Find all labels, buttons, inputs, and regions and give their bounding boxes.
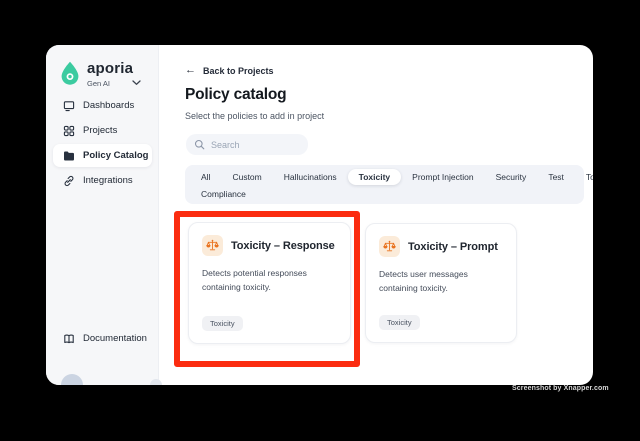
- app-window: aporia Gen AI Dashboards Projects Policy…: [46, 45, 593, 385]
- brand-name: aporia: [87, 60, 134, 77]
- chat-widget-secondary: [150, 379, 162, 385]
- card-tag: Toxicity: [202, 316, 243, 331]
- tab-hallucinations[interactable]: Hallucinations: [273, 169, 348, 185]
- sidebar-item-label: Dashboards: [83, 100, 135, 111]
- filter-tabs: All Custom Hallucinations Toxicity Promp…: [185, 165, 593, 204]
- sidebar-item-integrations[interactable]: Integrations: [53, 169, 152, 192]
- folder-icon: [63, 150, 75, 162]
- chat-widget-button[interactable]: [61, 374, 83, 385]
- tab-prompt-injection[interactable]: Prompt Injection: [401, 169, 484, 185]
- policy-card-toxicity-response[interactable]: Toxicity – Response Detects potential re…: [188, 222, 351, 344]
- tab-toxicity[interactable]: Toxicity: [347, 168, 402, 185]
- sidebar-item-documentation[interactable]: Documentation: [53, 327, 152, 350]
- workspace-switcher[interactable]: Gen AI: [87, 79, 141, 88]
- sidebar-nav: Dashboards Projects Policy Catalog Integ…: [53, 94, 152, 194]
- sidebar-item-label: Projects: [83, 125, 118, 136]
- page-subtitle: Select the policies to add in project: [185, 111, 325, 121]
- search-icon: [194, 139, 205, 150]
- card-title: Toxicity – Response: [231, 239, 335, 252]
- back-link-label: Back to Projects: [203, 65, 274, 76]
- policy-card-toxicity-prompt[interactable]: Toxicity – Prompt Detects user messages …: [365, 223, 517, 343]
- sidebar-item-label: Integrations: [83, 175, 133, 186]
- scales-icon: [202, 235, 223, 256]
- sidebar-item-label: Documentation: [83, 333, 147, 344]
- tab-test[interactable]: Test: [537, 169, 575, 185]
- workspace-name: Gen AI: [87, 78, 110, 88]
- back-arrow-icon: ←: [185, 64, 196, 76]
- chevron-down-icon: [132, 80, 141, 86]
- aporia-logo-icon: [59, 61, 81, 87]
- sidebar-item-dashboards[interactable]: Dashboards: [53, 94, 152, 117]
- card-tag: Toxicity: [379, 315, 420, 330]
- sidebar-item-policy-catalog[interactable]: Policy Catalog: [53, 144, 152, 167]
- page-title: Policy catalog: [185, 86, 287, 103]
- sidebar-item-label: Policy Catalog: [83, 150, 149, 161]
- card-description: Detects potential responses containing t…: [202, 268, 307, 292]
- link-icon: [63, 175, 75, 187]
- scales-icon: [379, 236, 400, 257]
- dashboard-icon: [63, 100, 75, 112]
- book-icon: [63, 333, 75, 345]
- card-title: Toxicity – Prompt: [408, 240, 498, 253]
- card-description: Detects user messages containing toxicit…: [379, 269, 468, 293]
- brand: aporia Gen AI: [59, 61, 141, 88]
- sidebar-item-projects[interactable]: Projects: [53, 119, 152, 142]
- tab-compliance[interactable]: Compliance: [190, 186, 257, 202]
- sidebar: aporia Gen AI Dashboards Projects Policy…: [46, 45, 159, 385]
- grid-icon: [63, 125, 75, 137]
- sidebar-footer: Documentation: [53, 327, 152, 352]
- tab-custom[interactable]: Custom: [221, 169, 272, 185]
- back-to-projects-link[interactable]: ← Back to Projects: [185, 65, 274, 76]
- watermark-text: Screenshot by Xnapper.com: [512, 385, 609, 392]
- tab-all[interactable]: All: [190, 169, 221, 185]
- search-input[interactable]: [211, 139, 301, 150]
- tab-security[interactable]: Security: [485, 169, 538, 185]
- tab-topics[interactable]: Topics: [575, 169, 593, 185]
- search-box[interactable]: [186, 134, 308, 155]
